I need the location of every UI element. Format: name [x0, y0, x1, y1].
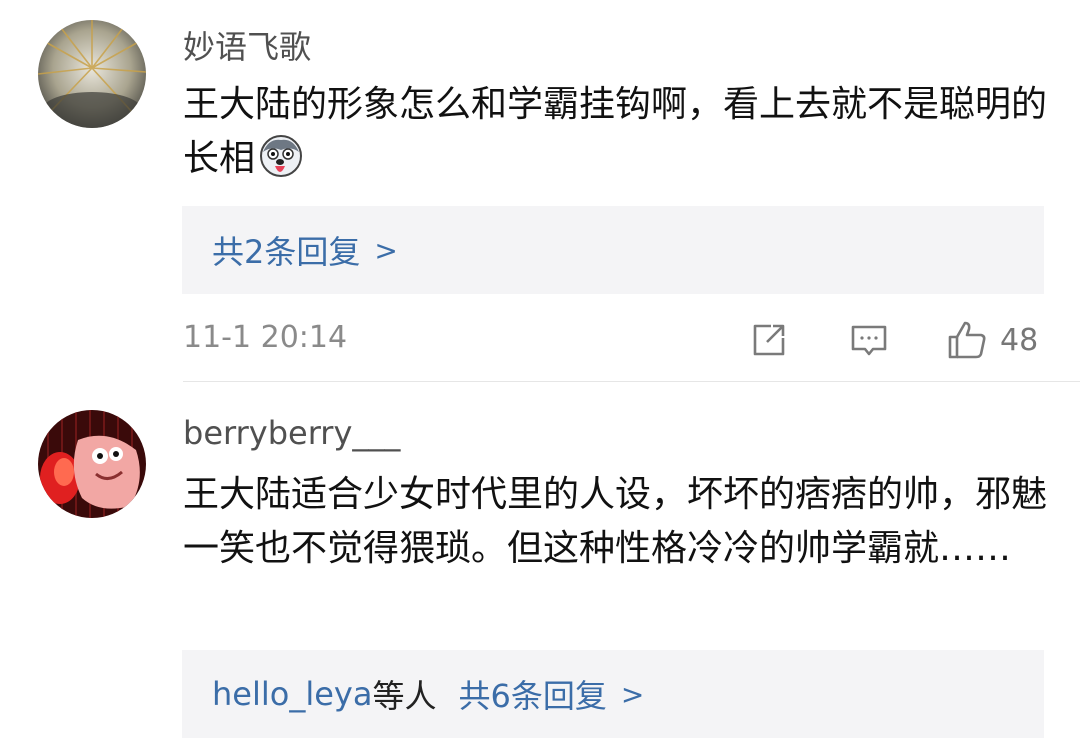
chevron-right-icon: >: [620, 677, 645, 711]
comment-text: 王大陆的形象怎么和学霸挂钩啊，看上去就不是聪明的长相: [183, 78, 1053, 186]
replies-summary: 共6条回复: [458, 677, 607, 715]
comment-text-content: 王大陆的形象怎么和学霸挂钩啊，看上去就不是聪明的长相: [183, 84, 1048, 179]
replies-link[interactable]: 共2条回复 >: [182, 206, 1044, 294]
comment-item: berryberry___ 王大陆适合少女时代里的人设，坏坏的痞痞的帅，邪魅一笑…: [0, 384, 1080, 756]
chevron-right-icon: >: [374, 233, 398, 267]
share-button[interactable]: [749, 318, 789, 362]
divider: [183, 381, 1080, 382]
reply-user-link[interactable]: hello_leya: [212, 675, 372, 713]
like-button[interactable]: 48: [946, 318, 1038, 362]
comment-text: 王大陆适合少女时代里的人设，坏坏的痞痞的帅，邪魅一笑也不觉得猥琐。但这种性格冷冷…: [183, 474, 1048, 569]
like-count: 48: [1000, 322, 1039, 358]
comment-meta: 11-1 20:14 48: [183, 318, 1045, 362]
comment-icon: [851, 325, 887, 356]
thumbs-up-icon: [948, 321, 986, 359]
timestamp: 11-1 20:14: [183, 320, 348, 355]
replies-link[interactable]: hello_leya 等人 共6条回复 >: [182, 650, 1044, 738]
husky-tongue-emoji-icon: [259, 134, 303, 178]
comment-item: 妙语飞歌 王大陆的形象怎么和学霸挂钩啊，看上去就不是聪明的长相 共2条回复 > …: [0, 0, 1080, 382]
avatar[interactable]: [38, 410, 146, 518]
username[interactable]: 妙语飞歌: [183, 22, 311, 68]
comment-button[interactable]: [849, 318, 889, 362]
username[interactable]: berryberry___: [183, 414, 400, 452]
share-icon: [753, 324, 785, 356]
reply-users-suffix: 等人: [372, 677, 437, 715]
replies-summary: 共2条回复: [212, 233, 361, 271]
avatar[interactable]: [38, 20, 146, 128]
